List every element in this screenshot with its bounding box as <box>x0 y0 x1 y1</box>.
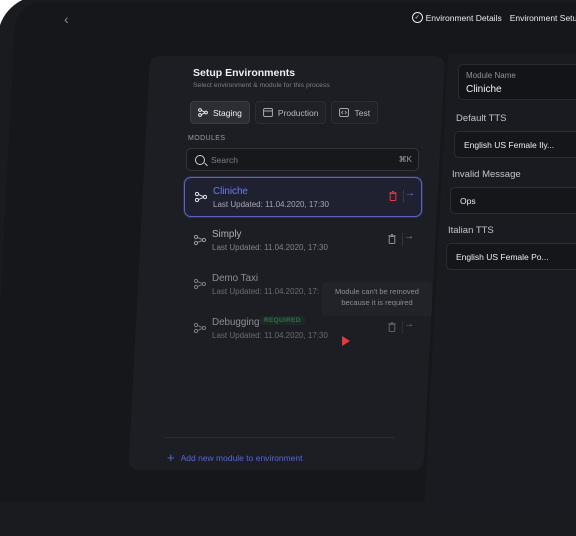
breadcrumb: ✓ Environment Details Environment Setup <box>411 12 576 23</box>
arrow-right-icon[interactable]: → <box>404 231 414 242</box>
tab-test[interactable]: Test <box>331 101 379 124</box>
check-circle-icon: ✓ <box>411 12 423 23</box>
setup-environments-panel: Setup Environments Select environment & … <box>128 56 446 470</box>
default-tts-label: Default TTS <box>456 113 507 124</box>
italian-tts-label: Italian TTS <box>448 225 494 236</box>
module-row-simply[interactable]: Simply Last Updated: 11.04.2020, 17:30 → <box>184 221 420 259</box>
add-module-button[interactable]: + Add new module to environment <box>167 450 303 465</box>
module-icon <box>194 235 206 245</box>
env-details-label: Environment Details <box>425 12 502 23</box>
code-icon <box>339 108 350 117</box>
module-name-value: Cliniche <box>466 84 502 95</box>
default-tts-select[interactable]: English US Female Ily... <box>454 131 576 158</box>
add-module-label: Add new module to environment <box>180 452 303 463</box>
invalid-message-input[interactable]: Ops <box>450 187 576 214</box>
default-tts-value: English US Female Ily... <box>464 139 555 150</box>
environment-tabs: Staging Production Test <box>190 101 379 124</box>
device-frame: ‹ ✓ Environment Details Environment Setu… <box>0 0 576 536</box>
tab-test-label: Test <box>354 107 371 118</box>
arrow-right-icon[interactable]: → <box>404 319 414 330</box>
module-name-field[interactable]: Module Name Cliniche <box>458 64 576 100</box>
module-name: Simply <box>212 229 242 240</box>
branch-icon <box>198 108 208 117</box>
search-shortcut: ⌘K <box>398 155 412 164</box>
module-icon <box>194 279 206 289</box>
module-updated: Last Updated: 11.04.2020, 17:30 <box>212 243 328 252</box>
module-name: Demo Taxi <box>212 273 259 284</box>
module-updated: Last Updated: 11.04.2020, 17:30 <box>212 331 328 340</box>
invalid-message-value: Ops <box>460 195 476 206</box>
module-name: Cliniche <box>213 186 248 197</box>
pointer-cursor-icon <box>342 336 350 346</box>
search-icon <box>195 154 205 165</box>
panel-title: Setup Environments <box>193 67 296 79</box>
back-chevron-icon[interactable]: ‹ <box>64 11 69 27</box>
module-icon <box>195 192 207 202</box>
module-updated: Last Updated: 11.04.2020, 17:30 <box>213 200 329 209</box>
module-icon <box>194 323 206 333</box>
arrow-right-icon[interactable]: → <box>405 188 415 199</box>
required-badge: REQUIRED <box>260 316 305 325</box>
window-icon <box>262 108 273 117</box>
tab-staging-label: Staging <box>213 107 242 118</box>
row-divider <box>403 190 404 203</box>
row-divider <box>402 233 403 246</box>
tab-staging[interactable]: Staging <box>190 101 250 124</box>
italian-tts-select[interactable]: English US Female Po... <box>446 243 576 270</box>
row-divider <box>402 321 403 334</box>
invalid-message-label: Invalid Message <box>452 169 521 180</box>
module-name: Debugging <box>212 317 260 328</box>
plus-icon: + <box>167 450 175 465</box>
module-updated: Last Updated: 11.04.2020, 17: <box>212 287 320 296</box>
search-input[interactable]: Search <box>211 155 238 165</box>
tab-production[interactable]: Production <box>254 101 327 124</box>
module-row-debugging[interactable]: Debugging REQUIRED Last Updated: 11.04.2… <box>184 309 420 347</box>
module-row-cliniche[interactable]: Cliniche Last Updated: 11.04.2020, 17:30… <box>184 177 422 217</box>
env-setup-link[interactable]: Environment Setup <box>510 13 576 23</box>
top-bar: ‹ ✓ Environment Details Environment Setu… <box>40 8 576 30</box>
trash-icon <box>388 322 396 332</box>
trash-icon[interactable] <box>388 234 396 244</box>
tab-production-label: Production <box>277 107 319 118</box>
env-details-link[interactable]: ✓ Environment Details <box>411 12 502 23</box>
trash-icon[interactable] <box>389 191 397 201</box>
module-details-panel: Module Name Cliniche Default TTS English… <box>423 54 576 514</box>
tooltip-line-1: Module can't be removed <box>335 287 419 296</box>
panel-subtitle: Select environment & module for this pro… <box>193 82 330 89</box>
panel-divider <box>164 437 394 438</box>
tooltip-line-2: because it is required <box>341 298 413 307</box>
module-search[interactable]: Search ⌘K <box>186 148 419 171</box>
italian-tts-value: English US Female Po... <box>456 251 549 262</box>
module-name-label: Module Name <box>466 71 516 80</box>
modules-heading: MODULES <box>188 135 226 142</box>
